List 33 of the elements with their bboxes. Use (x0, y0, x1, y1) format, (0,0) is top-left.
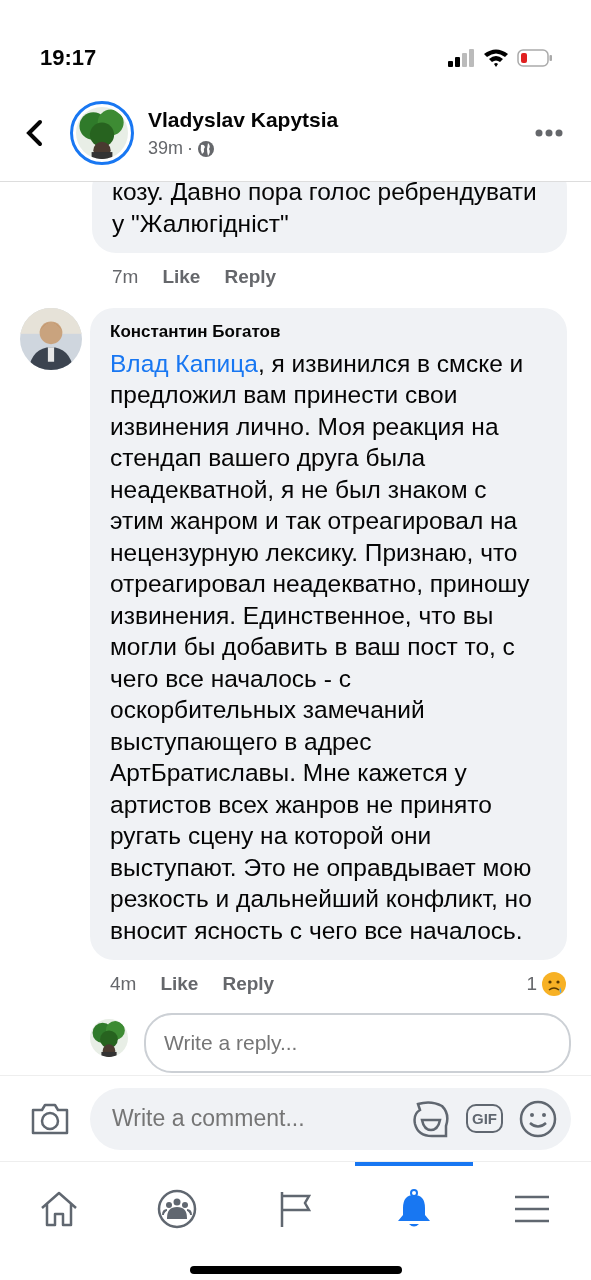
comment-field[interactable]: Write a comment... GIF (90, 1087, 571, 1150)
comment-text: козу. Давно пора голос ребрендувати у "Жалюгідніст" (112, 182, 538, 239)
signal-icon (447, 48, 475, 67)
profile-avatar[interactable] (70, 101, 134, 165)
menu-icon (513, 1193, 550, 1224)
globe-icon (197, 139, 215, 158)
emoji-icon[interactable] (519, 1099, 557, 1138)
author-name[interactable]: Vladyslav Kapytsia (148, 103, 535, 136)
camera-icon[interactable] (30, 1101, 70, 1136)
sticker-icon[interactable] (412, 1099, 450, 1138)
comment-text: Влад Капица, я извинился в смске и предложил вам принести свои извинения лично. Моя реакция на стендап вашего друга была неадекватной, я не был знаком с этим жанром и так отреагировал на нецензурную лексику. Признаю, что отреагировал неадекватно, приношу извинения. Единственное, что вы могли бы добавить в ваш пост то, с чего все началось - с оскорбительных замечаний выступающего в адрес АртБратиславы. Мне кажется у артистов всех жанров не принято ругать сцену на которой они выступают. Это не оправдывает мою резкость и дальнейший конфликт, но вносит ясность с чего все началось. (110, 348, 533, 946)
like-link[interactable]: Like (162, 263, 201, 292)
mention-link[interactable]: Влад Капица (110, 349, 258, 377)
gif-button[interactable]: GIF (466, 1104, 503, 1133)
separator: · (187, 137, 193, 161)
reaction-count[interactable]: 1 (526, 970, 537, 999)
post-time: 39m (148, 137, 183, 161)
comment-time: 7m (112, 265, 139, 289)
like-link[interactable]: Like (160, 970, 199, 999)
reply-link[interactable]: Reply (222, 970, 275, 999)
groups-icon (157, 1188, 198, 1229)
reply-link[interactable]: Reply (224, 263, 277, 292)
status-time: 19:17 (40, 44, 97, 72)
flag-icon (278, 1189, 313, 1228)
more-icon[interactable] (535, 129, 563, 137)
sad-face-icon[interactable] (541, 971, 567, 998)
reply-field[interactable]: Write a reply... (144, 1012, 571, 1073)
bell-icon (395, 1188, 432, 1229)
commenter-name[interactable]: Константин Богатов (110, 319, 543, 344)
comment-time: 4m (110, 972, 137, 996)
wifi-icon (483, 48, 509, 67)
battery-icon (517, 48, 553, 67)
back-icon[interactable] (24, 119, 44, 147)
